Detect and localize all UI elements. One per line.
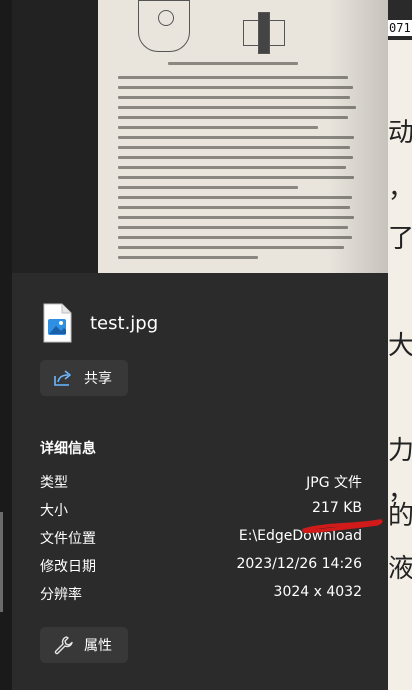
wrench-icon <box>54 636 73 655</box>
preview-diagram <box>258 12 270 54</box>
preview-text <box>118 256 258 259</box>
preview-text <box>118 246 344 249</box>
detail-row-type: 类型 JPG 文件 <box>40 470 362 494</box>
background-glyph: 大 <box>388 331 412 361</box>
left-edge <box>0 0 12 690</box>
preview-diagram <box>158 10 174 26</box>
detail-key: 文件位置 <box>40 531 96 547</box>
share-button[interactable]: 共享 <box>40 360 128 396</box>
detail-row-modified: 修改日期 2023/12/26 14:26 <box>40 554 362 578</box>
detail-key: 修改日期 <box>40 559 96 575</box>
detail-key: 分辨率 <box>40 587 82 603</box>
file-name: test.jpg <box>90 313 159 334</box>
detail-value: 3024 x 4032 <box>273 584 362 600</box>
preview-text <box>118 96 350 99</box>
preview-text <box>118 136 354 139</box>
detail-value: JPG 文件 <box>306 475 362 491</box>
properties-label: 属性 <box>84 638 112 654</box>
properties-button[interactable]: 属性 <box>40 627 128 663</box>
background-document: 071 动 ， 了 大 力 ， 的 液 <box>388 0 412 690</box>
background-glyph: 动 <box>388 118 412 148</box>
preview-text <box>118 226 348 229</box>
background-glyph: 液 <box>388 554 412 584</box>
preview-text <box>118 126 318 129</box>
detail-row-resolution: 分辨率 3024 x 4032 <box>40 582 362 606</box>
preview-text <box>118 106 356 109</box>
preview-text <box>118 156 353 159</box>
detail-key: 大小 <box>40 503 68 519</box>
preview-text <box>118 236 352 239</box>
preview-text <box>168 62 298 65</box>
red-underline-annotation <box>302 519 383 534</box>
details-heading: 详细信息 <box>40 441 96 457</box>
detail-key: 类型 <box>40 475 68 491</box>
image-preview[interactable] <box>98 0 388 273</box>
preview-text <box>118 76 348 79</box>
preview-text <box>118 86 353 89</box>
left-scrollbar[interactable] <box>0 512 3 612</box>
preview-text <box>118 216 354 219</box>
share-icon <box>54 370 71 386</box>
preview-shadow <box>328 0 388 273</box>
preview-text <box>118 176 354 179</box>
preview-text <box>118 196 352 199</box>
background-glyph: 了 <box>388 224 412 254</box>
image-file-icon <box>43 303 72 343</box>
preview-text <box>118 146 350 149</box>
preview-text <box>118 116 348 119</box>
background-glyph: 的 <box>388 501 412 531</box>
detail-value: 2023/12/26 14:26 <box>236 556 363 572</box>
preview-text <box>118 206 350 209</box>
background-glyph: ， <box>388 174 412 204</box>
background-glyph: 力 <box>388 436 412 466</box>
preview-text <box>118 166 346 169</box>
background-code-text: 071 <box>388 20 412 36</box>
preview-text <box>118 186 298 189</box>
share-label: 共享 <box>84 371 112 387</box>
preview-diagram <box>138 0 190 52</box>
